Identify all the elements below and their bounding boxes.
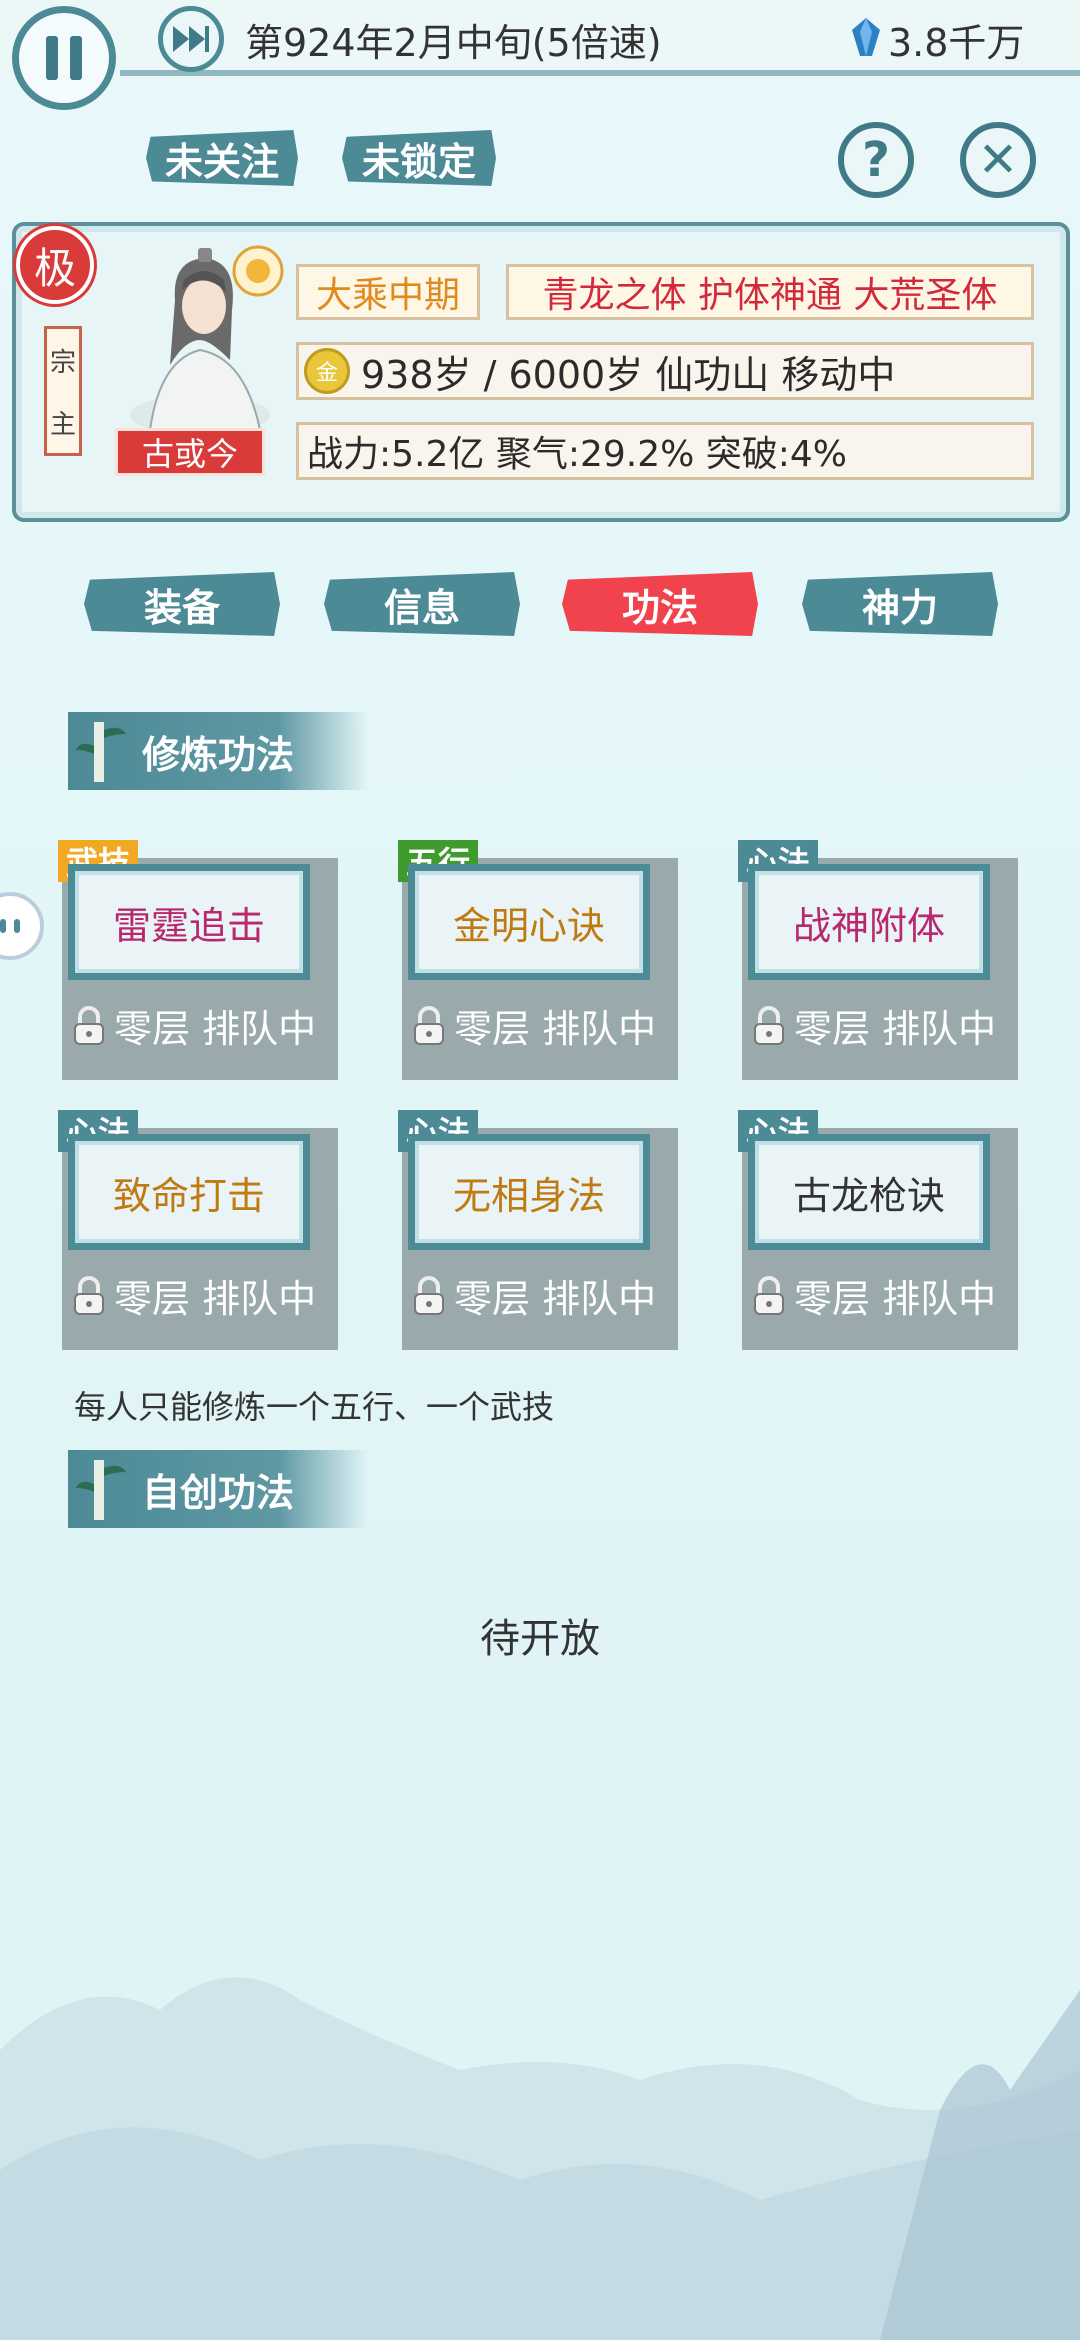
game-date: 第924年2月中旬(5倍速)	[245, 21, 662, 65]
pause-button[interactable]	[12, 6, 116, 110]
skill-status: 零层 排队中	[410, 1268, 656, 1323]
follow-button[interactable]: 未关注	[146, 130, 298, 186]
skill-name-frame: 金明心诀	[408, 864, 650, 980]
fast-forward-button[interactable]	[158, 6, 224, 72]
age-location-row: 938岁 / 6000岁 仙功山 移动中	[296, 342, 1034, 400]
pause-icon-bar	[46, 36, 58, 80]
lock-label: 未锁定	[361, 139, 476, 184]
cultivation-rule-note: 每人只能修炼一个五行、一个武技	[74, 1388, 555, 1426]
bamboo-icon	[76, 1460, 126, 1520]
top-bar-divider	[120, 70, 1080, 76]
mountain-background	[0, 1977, 1080, 2340]
skill-status: 零层 排队中	[70, 1268, 316, 1323]
spirit-stone-icon	[852, 18, 880, 56]
tab-equipment[interactable]: 装备	[84, 572, 280, 636]
skill-name-frame: 古龙枪诀	[748, 1134, 990, 1250]
tab-label: 神力	[861, 585, 938, 630]
section-header-custom: 自创功法	[68, 1450, 368, 1528]
chat-face-icon	[0, 919, 20, 933]
skill-name-frame: 无相身法	[408, 1134, 650, 1250]
fast-forward-icon	[173, 26, 209, 52]
tab-info[interactable]: 信息	[324, 572, 520, 636]
skill-status: 零层 排队中	[410, 998, 656, 1053]
section-title: 自创功法	[142, 1470, 295, 1515]
skill-card[interactable]: 心法 古龙枪诀 零层 排队中	[738, 1110, 1018, 1350]
help-button[interactable]: ?	[838, 122, 914, 198]
skill-name: 金明心诀	[452, 903, 605, 948]
sun-icon	[232, 245, 284, 297]
lock-icon	[414, 1275, 444, 1315]
skill-status-text: 零层 排队中	[114, 1277, 317, 1321]
pause-icon-bar	[70, 36, 82, 80]
skill-card[interactable]: 五行 金明心诀 零层 排队中	[398, 840, 678, 1080]
cultivation-realm: 大乘中期	[296, 264, 480, 320]
skill-card[interactable]: 心法 致命打击 零层 排队中	[58, 1110, 338, 1350]
close-button[interactable]: ✕	[960, 122, 1036, 198]
sect-role-char: 宗	[49, 347, 76, 378]
skill-status-text: 零层 排队中	[114, 1007, 317, 1051]
skill-name: 雷霆追击	[112, 903, 265, 948]
coming-soon-text: 待开放	[480, 1616, 600, 1662]
sect-role-char: 主	[49, 409, 76, 440]
section-header-cultivation: 修炼功法	[68, 712, 368, 790]
element-gold-icon: 金	[304, 348, 350, 394]
stats-text: 战力:5.2亿 聚气:29.2% 突破:4%	[307, 434, 848, 475]
skill-status-text: 零层 排队中	[454, 1007, 657, 1051]
skill-status-text: 零层 排队中	[454, 1277, 657, 1321]
character-name: 古或今	[115, 428, 265, 476]
lock-icon	[74, 1275, 104, 1315]
skill-card[interactable]: 武技 雷霆追击 零层 排队中	[58, 840, 338, 1080]
tab-label: 信息	[383, 585, 460, 630]
skill-name: 致命打击	[112, 1173, 265, 1218]
follow-label: 未关注	[164, 139, 279, 184]
skill-name-frame: 雷霆追击	[68, 864, 310, 980]
tab-divine-power[interactable]: 神力	[802, 572, 998, 636]
skill-name: 无相身法	[452, 1173, 605, 1218]
skill-card[interactable]: 心法 战神附体 零层 排队中	[738, 840, 1018, 1080]
skill-name: 古龙枪诀	[792, 1173, 945, 1218]
bamboo-icon	[76, 722, 126, 782]
stats-row: 战力:5.2亿 聚气:29.2% 突破:4%	[296, 422, 1034, 480]
skill-name: 战神附体	[792, 903, 945, 948]
lock-icon	[414, 1005, 444, 1045]
lock-icon	[74, 1005, 104, 1045]
lock-icon	[754, 1005, 784, 1045]
special-bodies: 青龙之体 护体神通 大荒圣体	[506, 264, 1034, 320]
tab-label: 装备	[143, 585, 220, 630]
floating-assistant-button[interactable]	[0, 892, 44, 960]
tab-label: 功法	[621, 585, 698, 630]
money-amount: 3.8千万	[888, 21, 1025, 65]
age-location-text: 938岁 / 6000岁 仙功山 移动中	[361, 352, 896, 397]
lock-icon	[754, 1275, 784, 1315]
skill-name-frame: 战神附体	[748, 864, 990, 980]
close-icon: ✕	[977, 132, 1019, 188]
grade-badge: 极	[16, 226, 94, 304]
skill-status-text: 零层 排队中	[794, 1277, 997, 1321]
lock-button[interactable]: 未锁定	[342, 130, 496, 186]
tab-techniques[interactable]: 功法	[562, 572, 758, 636]
skill-card[interactable]: 心法 无相身法 零层 排队中	[398, 1110, 678, 1350]
section-title: 修炼功法	[142, 732, 295, 777]
question-icon: ?	[862, 132, 890, 188]
skill-name-frame: 致命打击	[68, 1134, 310, 1250]
skill-status: 零层 排队中	[70, 998, 316, 1053]
skill-status: 零层 排队中	[750, 1268, 996, 1323]
skill-status-text: 零层 排队中	[794, 1007, 997, 1051]
skill-status: 零层 排队中	[750, 998, 996, 1053]
sect-role-tag: 宗 主	[44, 326, 82, 456]
